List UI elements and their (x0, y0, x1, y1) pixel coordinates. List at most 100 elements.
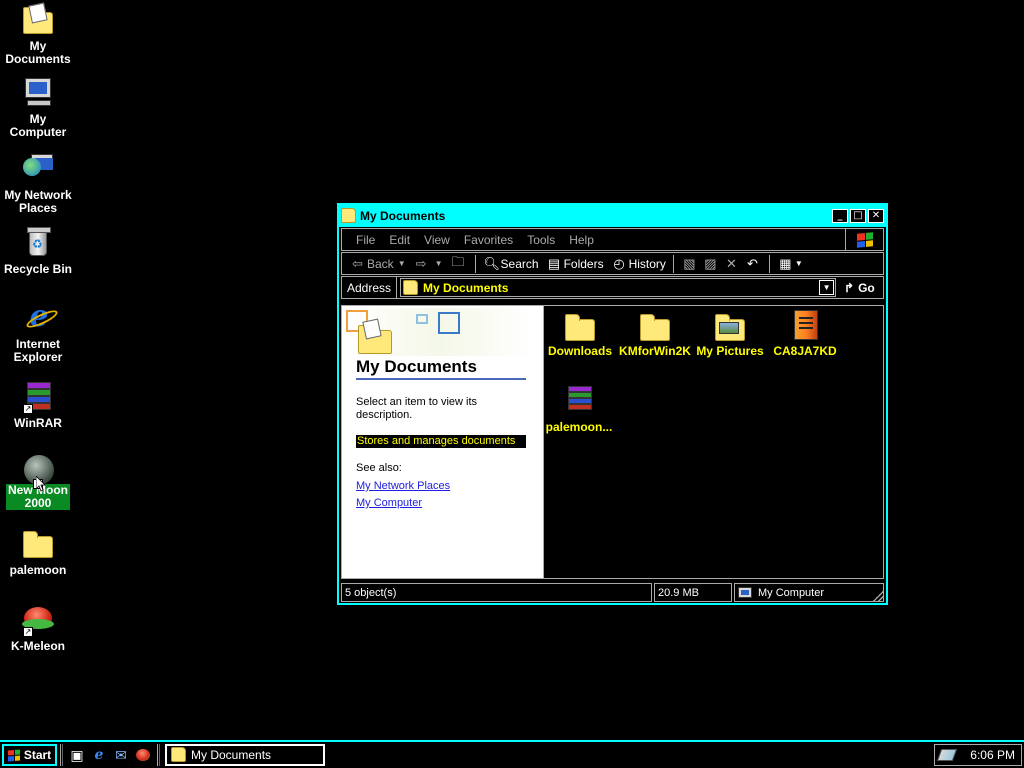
desktop-icon-my-documents[interactable]: My Documents (0, 2, 76, 66)
taskbar-button-my-documents[interactable]: My Documents (165, 744, 325, 766)
see-also-label: See also: (356, 462, 402, 474)
quicklaunch-k-meleon[interactable] (132, 744, 154, 766)
menu-edit[interactable]: Edit (389, 233, 410, 247)
network-icon (21, 152, 55, 186)
views-button[interactable]: ▦ ▼ (778, 256, 803, 272)
pane-title-rule (356, 378, 526, 380)
book-icon (788, 310, 822, 340)
search-button[interactable]: 🔍︎ Search (484, 256, 539, 272)
recycle-bin-icon (21, 226, 55, 260)
status-zone: My Computer (734, 583, 884, 602)
history-button[interactable]: ◴ History (612, 256, 666, 272)
status-object-count: 5 object(s) (341, 583, 652, 602)
toolbar-separator (768, 254, 770, 273)
desktop-icon-winrar[interactable]: ↗ WinRAR (0, 380, 76, 430)
file-item-palemoon-archive[interactable]: palemoon... (541, 386, 617, 434)
desktop-icon-internet-explorer[interactable]: e Internet Explorer (0, 301, 76, 364)
winrar-icon: ↗ (21, 380, 55, 414)
link-my-computer[interactable]: My Computer (356, 497, 422, 509)
history-icon: ◴ (613, 255, 625, 271)
maximize-button[interactable]: □ (850, 209, 866, 223)
desktop-icon-label: My (29, 39, 47, 53)
history-label: History (628, 256, 666, 271)
k-meleon-icon: ↗ (21, 603, 55, 637)
documents-folder-icon (171, 747, 187, 762)
status-bar: 5 object(s) 20.9 MB My Computer (341, 583, 884, 602)
back-label: Back (367, 256, 394, 271)
forward-button[interactable]: ⇨ ▼ (414, 256, 443, 272)
file-item-label: palemoon... (545, 420, 613, 434)
address-input[interactable]: My Documents ▼ (400, 278, 837, 297)
resize-grip[interactable] (872, 590, 884, 602)
back-button[interactable]: ⇦ Back ▼ (350, 256, 406, 272)
search-icon: 🔍︎ (483, 255, 501, 271)
menu-favorites[interactable]: Favorites (464, 233, 513, 247)
move-to-button[interactable]: ▧ (682, 256, 699, 272)
address-value: My Documents (423, 280, 509, 295)
desktop-icon-label: Explorer (13, 350, 63, 364)
delete-button[interactable]: ✕ (724, 256, 741, 272)
desktop-icon-recycle-bin[interactable]: Recycle Bin (0, 226, 76, 276)
desktop-icon-label: My (29, 112, 47, 126)
menu-bar: File Edit View Favorites Tools Help (341, 228, 884, 251)
quicklaunch-internet-explorer[interactable]: e (88, 744, 110, 766)
quicklaunch-show-desktop[interactable]: ▣ (66, 744, 88, 766)
file-item-ca8ja7kd[interactable]: CA8JA7KD (767, 310, 843, 358)
file-item-label: CA8JA7KD (773, 344, 837, 358)
views-dropdown-icon[interactable]: ▼ (795, 259, 803, 268)
pictures-folder-icon (713, 310, 747, 341)
back-dropdown-icon[interactable]: ▼ (398, 259, 406, 268)
file-item-downloads[interactable]: Downloads (542, 310, 618, 358)
desktop-icon-my-computer[interactable]: My Computer (0, 76, 76, 139)
desktop-icon-label: palemoon (9, 563, 67, 577)
go-button[interactable]: ↱ Go (844, 281, 875, 295)
folders-icon: ▤ (547, 255, 561, 271)
close-button[interactable]: ✕ (868, 209, 884, 223)
menu-help[interactable]: Help (569, 233, 594, 247)
toolbar-separator (672, 254, 674, 273)
network-tray-icon[interactable] (936, 749, 958, 761)
pane-description: Select an item to view its description. (356, 396, 478, 421)
move-to-icon: ▧ (683, 255, 696, 271)
computer-icon (21, 76, 55, 110)
address-bar: Address My Documents ▼ ↱ Go (341, 276, 884, 299)
taskbar-separator (60, 744, 63, 766)
desktop-icon-label: WinRAR (14, 416, 62, 430)
minimize-button[interactable]: _ (832, 209, 848, 223)
up-button[interactable]: 🗀 (451, 253, 468, 275)
file-item-label: KMforWin2K (619, 344, 691, 358)
desktop-icon-label: Places (18, 201, 58, 215)
views-icon: ▦ (779, 255, 792, 271)
link-my-network-places[interactable]: My Network Places (356, 480, 450, 492)
start-label: Start (23, 748, 52, 762)
copy-to-button[interactable]: ▨ (703, 256, 720, 272)
menu-file[interactable]: File (356, 233, 375, 247)
internet-explorer-icon: e (21, 301, 55, 335)
title-bar[interactable]: My Documents _ □ ✕ (339, 205, 886, 227)
file-item-kmforwin2k[interactable]: KMforWin2K (617, 310, 693, 358)
desktop-icon-label: K-Meleon (11, 639, 65, 653)
address-label: Address (342, 277, 398, 298)
windows-logo-icon (845, 229, 883, 250)
desktop-icon-palemoon[interactable]: palemoon (0, 527, 76, 577)
folders-button[interactable]: ▤ Folders (547, 256, 604, 272)
undo-button[interactable]: ↶ (745, 256, 762, 272)
desktop-icon-k-meleon[interactable]: ↗ K-Meleon (0, 603, 76, 653)
shortcut-arrow-icon: ↗ (23, 627, 33, 637)
address-dropdown-button[interactable]: ▼ (819, 280, 835, 295)
explorer-window[interactable]: My Documents _ □ ✕ File Edit View Favori… (337, 203, 888, 605)
clock[interactable]: 6:06 PM (970, 748, 1015, 762)
toolbar-separator (474, 254, 476, 273)
window-title: My Documents (360, 209, 446, 223)
desktop-icon-my-network-places[interactable]: My Network Places (0, 152, 76, 215)
file-item-my-pictures[interactable]: My Pictures (692, 310, 768, 358)
start-button[interactable]: Start (2, 744, 57, 766)
menu-tools[interactable]: Tools (527, 233, 555, 247)
content-area: My Documents Select an item to view its … (341, 305, 884, 579)
menu-view[interactable]: View (424, 233, 450, 247)
forward-dropdown-icon[interactable]: ▼ (435, 259, 443, 268)
quicklaunch-outlook-express[interactable]: ✉ (110, 744, 132, 766)
status-zone-label: My Computer (758, 586, 825, 599)
folder-banner-art (344, 308, 534, 356)
file-item-label: Downloads (547, 344, 612, 358)
